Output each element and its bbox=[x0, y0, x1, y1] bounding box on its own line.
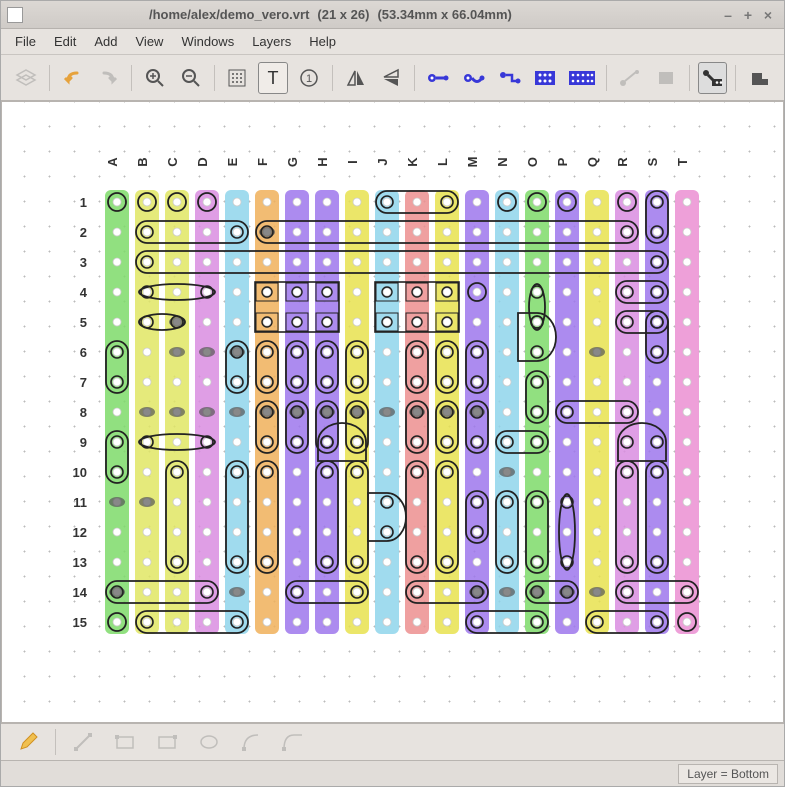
svg-text:14: 14 bbox=[73, 585, 88, 600]
titlebar: /home/alex/demo_vero.vrt (21 x 26) (53.3… bbox=[1, 1, 784, 29]
svg-text:8: 8 bbox=[80, 405, 87, 420]
curve2-tool-icon[interactable] bbox=[276, 726, 310, 758]
menu-edit[interactable]: Edit bbox=[54, 34, 76, 49]
svg-text:11: 11 bbox=[73, 495, 87, 510]
undo-icon[interactable] bbox=[58, 62, 88, 94]
svg-text:1: 1 bbox=[80, 195, 87, 210]
layer-status: Layer = Bottom bbox=[678, 764, 778, 784]
svg-text:10: 10 bbox=[73, 465, 87, 480]
layers-icon[interactable] bbox=[11, 62, 41, 94]
svg-text:6: 6 bbox=[80, 345, 87, 360]
circle-one-icon[interactable]: 1 bbox=[294, 62, 324, 94]
svg-text:T: T bbox=[268, 68, 279, 88]
svg-text:12: 12 bbox=[73, 525, 87, 540]
route-icon[interactable] bbox=[698, 62, 728, 94]
canvas[interactable]: ABCDEFGHIJKLMNOPQRST12345678910111213141… bbox=[1, 101, 784, 723]
menubar: File Edit Add View Windows Layers Help bbox=[1, 29, 784, 55]
svg-text:M: M bbox=[465, 157, 480, 168]
component-diode-icon[interactable] bbox=[495, 62, 525, 94]
ellipse-tool-icon[interactable] bbox=[192, 726, 226, 758]
svg-text:L: L bbox=[435, 158, 450, 166]
svg-text:7: 7 bbox=[80, 375, 87, 390]
menu-layers[interactable]: Layers bbox=[252, 34, 291, 49]
menu-view[interactable]: View bbox=[136, 34, 164, 49]
menu-add[interactable]: Add bbox=[94, 34, 117, 49]
bottom-toolbar bbox=[1, 723, 784, 761]
redo-icon[interactable] bbox=[93, 62, 123, 94]
window-title: /home/alex/demo_vero.vrt bbox=[149, 7, 309, 22]
text-icon[interactable]: T bbox=[258, 62, 288, 94]
svg-text:H: H bbox=[315, 157, 330, 166]
svg-text:F: F bbox=[255, 158, 270, 166]
rect-tool-icon[interactable] bbox=[108, 726, 142, 758]
svg-text:2: 2 bbox=[80, 225, 87, 240]
svg-text:S: S bbox=[645, 157, 660, 166]
component-resistor-icon[interactable] bbox=[423, 62, 453, 94]
wire-icon[interactable] bbox=[615, 62, 645, 94]
dip14-icon[interactable] bbox=[566, 62, 598, 94]
app-icon bbox=[7, 7, 23, 23]
svg-text:R: R bbox=[615, 157, 630, 167]
dip8-icon[interactable] bbox=[531, 62, 561, 94]
svg-text:15: 15 bbox=[73, 615, 87, 630]
board-view[interactable]: ABCDEFGHIJKLMNOPQRST12345678910111213141… bbox=[57, 137, 737, 697]
svg-text:3: 3 bbox=[80, 255, 87, 270]
pencil-icon[interactable] bbox=[11, 726, 45, 758]
menu-file[interactable]: File bbox=[15, 34, 36, 49]
component-cap-icon[interactable] bbox=[459, 62, 489, 94]
close-button[interactable]: × bbox=[758, 7, 778, 23]
status-bar: Layer = Bottom bbox=[1, 761, 784, 786]
size-mm: (53.34mm x 66.04mm) bbox=[377, 7, 511, 22]
curve1-tool-icon[interactable] bbox=[234, 726, 268, 758]
maximize-button[interactable]: + bbox=[738, 7, 758, 23]
grid-icon[interactable] bbox=[223, 62, 253, 94]
rect-corner-tool-icon[interactable] bbox=[150, 726, 184, 758]
shape-icon[interactable] bbox=[744, 62, 774, 94]
svg-text:E: E bbox=[225, 157, 240, 166]
main-toolbar: T 1 bbox=[1, 55, 784, 101]
svg-text:I: I bbox=[345, 160, 360, 164]
svg-text:J: J bbox=[375, 158, 390, 165]
zoom-in-icon[interactable] bbox=[140, 62, 170, 94]
svg-text:B: B bbox=[135, 157, 150, 166]
svg-text:4: 4 bbox=[80, 285, 88, 300]
svg-text:P: P bbox=[555, 157, 570, 166]
svg-text:N: N bbox=[495, 157, 510, 166]
flip-vertical-icon[interactable] bbox=[377, 62, 407, 94]
flip-horizontal-icon[interactable] bbox=[341, 62, 371, 94]
chip-icon[interactable] bbox=[651, 62, 681, 94]
svg-text:T: T bbox=[675, 158, 690, 166]
svg-text:D: D bbox=[195, 157, 210, 166]
svg-text:1: 1 bbox=[306, 73, 312, 85]
svg-text:13: 13 bbox=[73, 555, 87, 570]
svg-text:9: 9 bbox=[80, 435, 87, 450]
svg-text:G: G bbox=[285, 157, 300, 167]
minimize-button[interactable]: – bbox=[718, 7, 738, 23]
svg-text:5: 5 bbox=[80, 315, 87, 330]
svg-text:A: A bbox=[105, 157, 120, 167]
menu-help[interactable]: Help bbox=[309, 34, 336, 49]
grid-dimensions: (21 x 26) bbox=[317, 7, 369, 22]
svg-text:C: C bbox=[165, 157, 180, 167]
zoom-out-icon[interactable] bbox=[176, 62, 206, 94]
svg-text:Q: Q bbox=[585, 157, 600, 167]
menu-windows[interactable]: Windows bbox=[181, 34, 234, 49]
svg-text:O: O bbox=[525, 157, 540, 167]
svg-text:K: K bbox=[405, 157, 420, 167]
line-tool-icon[interactable] bbox=[66, 726, 100, 758]
